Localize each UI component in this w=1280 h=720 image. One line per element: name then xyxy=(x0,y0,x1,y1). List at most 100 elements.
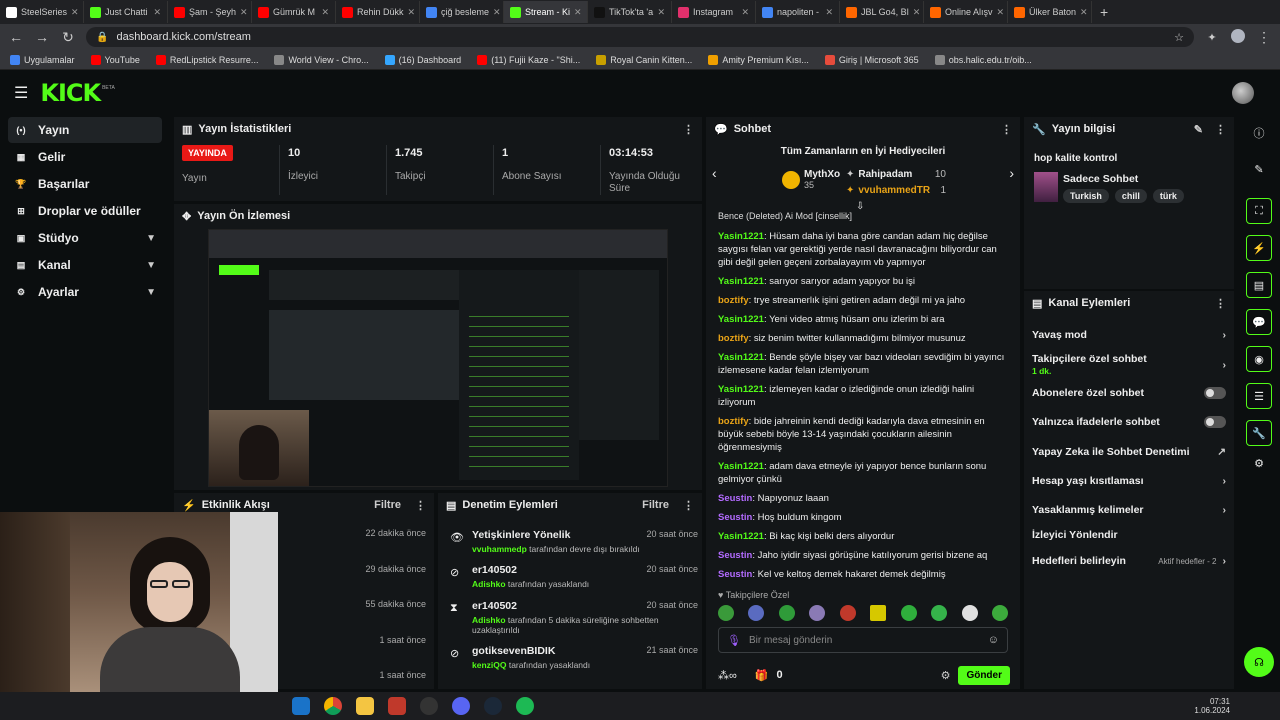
more-icon[interactable]: ⋮ xyxy=(415,499,426,512)
gift-box-icon[interactable]: 🎁 xyxy=(755,669,769,682)
chat-username[interactable]: Yasin1221 xyxy=(718,531,764,542)
emoji-icon[interactable]: ☺ xyxy=(988,634,999,646)
discord-icon[interactable] xyxy=(452,697,470,715)
emote-icon[interactable] xyxy=(778,605,795,621)
browser-tab[interactable]: napoliten - ✕ xyxy=(756,1,840,23)
chat-username[interactable]: Yasin1221 xyxy=(718,231,764,242)
browser-tab[interactable]: SteelSeries ✕ xyxy=(0,1,84,23)
browser-tab[interactable]: Online Alışv ✕ xyxy=(924,1,1008,23)
bookmark-item[interactable]: (11) Fujii Kaze - "Shi... xyxy=(477,54,580,65)
chevron-right-icon[interactable]: › xyxy=(1223,359,1227,371)
close-icon[interactable]: ✕ xyxy=(657,7,665,18)
sidebar-item-5[interactable]: ▤ Kanal ▼ xyxy=(8,252,162,278)
info-icon[interactable]: ⓘ xyxy=(1240,125,1278,141)
bookmark-item[interactable]: obs.halic.edu.tr/oib... xyxy=(934,54,1032,65)
fullscreen-icon[interactable]: ⛶ xyxy=(1246,198,1272,224)
toggle-switch[interactable] xyxy=(1204,387,1226,399)
chevron-right-icon[interactable]: › xyxy=(1223,475,1227,487)
chat-bubble-icon[interactable]: 💬 xyxy=(1246,309,1272,335)
chat-input[interactable]: 🎙 Bir mesaj gönderin ☺ xyxy=(718,627,1008,653)
chat-username[interactable]: Seustin xyxy=(718,493,752,504)
channel-action-row[interactable]: Hesap yaşı kısıtlaması › xyxy=(1032,475,1226,487)
chevron-down-icon[interactable]: ▼ xyxy=(146,260,156,271)
browser-tab[interactable]: Gümrük M ✕ xyxy=(252,1,336,23)
bookmark-item[interactable]: Giriş | Microsoft 365 xyxy=(824,54,919,65)
mic-icon[interactable]: 🎙 xyxy=(727,634,741,647)
close-icon[interactable]: ✕ xyxy=(913,7,921,18)
chevron-right-icon[interactable]: › xyxy=(1223,504,1227,516)
chat-username[interactable]: Yasin1221 xyxy=(718,276,764,287)
back-icon[interactable]: ← xyxy=(8,29,24,45)
chevron-right-icon[interactable]: ↗ xyxy=(1217,446,1226,458)
channel-action-row[interactable]: İzleyici Yönlendir xyxy=(1032,529,1226,541)
close-icon[interactable]: ✕ xyxy=(321,7,329,18)
chat-username[interactable]: boztify xyxy=(718,295,749,306)
activity-filter-button[interactable]: Filtre xyxy=(374,499,401,511)
emote-icon[interactable] xyxy=(961,605,978,621)
extensions-icon[interactable]: ✦ xyxy=(1204,31,1220,44)
emote-icon[interactable] xyxy=(839,605,856,621)
tag-pill[interactable]: türk xyxy=(1152,189,1184,203)
sidebar-item-2[interactable]: 🏆 Başarılar xyxy=(8,171,162,197)
app-icon[interactable] xyxy=(388,697,406,715)
channel-action-row[interactable]: Hedefleri belirleyin Aktif hedefler - 2 › xyxy=(1032,555,1226,567)
browser-tab[interactable]: Ülker Baton ✕ xyxy=(1008,1,1092,23)
emote-icon[interactable] xyxy=(991,605,1008,621)
obs-icon[interactable] xyxy=(420,697,438,715)
bookmark-item[interactable]: Royal Canin Kitten... xyxy=(596,54,692,65)
bookmark-item[interactable]: (16) Dashboard xyxy=(384,54,461,65)
browser-tab[interactable]: Şam - Şeyh ✕ xyxy=(168,1,252,23)
kick-logo[interactable]: KICK xyxy=(40,79,101,107)
document-icon[interactable]: ▤ xyxy=(1246,272,1272,298)
close-icon[interactable]: ✕ xyxy=(997,7,1005,18)
next-icon[interactable]: › xyxy=(1009,165,1014,181)
chat-username[interactable]: Seustin xyxy=(718,512,752,523)
more-icon[interactable]: ⋮ xyxy=(1001,123,1012,136)
chat-username[interactable]: Seustin xyxy=(718,550,752,561)
more-icon[interactable]: ⋮ xyxy=(1215,123,1226,136)
close-icon[interactable]: ✕ xyxy=(71,7,79,18)
sidebar-item-6[interactable]: ⚙ Ayarlar ▼ xyxy=(8,279,162,305)
chevron-down-icon[interactable]: ▼ xyxy=(146,287,156,298)
new-tab-icon[interactable]: + xyxy=(1100,4,1108,20)
emote-icon[interactable] xyxy=(870,605,887,621)
more-icon[interactable]: ⋮ xyxy=(683,123,694,136)
sidebar-item-3[interactable]: ⊞ Droplar ve ödüller xyxy=(8,198,162,224)
close-icon[interactable]: ✕ xyxy=(574,7,582,18)
more-icon[interactable]: ⋮ xyxy=(1215,297,1226,310)
close-icon[interactable]: ✕ xyxy=(240,7,248,18)
sidebar-item-0[interactable]: (•) Yayın xyxy=(8,117,162,143)
close-icon[interactable]: ✕ xyxy=(741,7,749,18)
tag-pill[interactable]: chill xyxy=(1114,189,1147,203)
lightning-icon[interactable]: ⚡ xyxy=(1246,235,1272,261)
browser-tab[interactable]: Stream - Ki ✕ xyxy=(504,1,588,23)
close-icon[interactable]: ✕ xyxy=(1080,7,1088,18)
edit-icon[interactable]: ✎ xyxy=(1194,123,1203,136)
mod-filter-button[interactable]: Filtre xyxy=(642,499,669,511)
community-icon[interactable]: ⁂∞ xyxy=(718,669,737,682)
chat-username[interactable]: Yasin1221 xyxy=(718,461,764,472)
emote-icon[interactable] xyxy=(748,605,765,621)
folder-icon[interactable] xyxy=(356,697,374,715)
emote-icon[interactable] xyxy=(718,605,734,621)
settings-icon[interactable]: ⚙ xyxy=(941,669,951,682)
close-icon[interactable]: ✕ xyxy=(153,7,161,18)
support-button[interactable]: ☊ xyxy=(1244,647,1274,677)
browser-tab[interactable]: çiğ besleme ✕ xyxy=(420,1,504,23)
send-button[interactable]: Gönder xyxy=(958,665,1010,685)
prev-icon[interactable]: ‹ xyxy=(712,165,717,181)
bookmark-item[interactable]: World View - Chro... xyxy=(274,54,369,65)
steam-icon[interactable] xyxy=(484,697,502,715)
channel-action-row[interactable]: Yavaş mod › xyxy=(1032,329,1226,341)
chat-username[interactable]: Seustin xyxy=(718,569,752,580)
channel-action-row[interactable]: Abonelere özel sohbet xyxy=(1032,387,1226,399)
url-field[interactable]: 🔒 dashboard.kick.com/stream ☆ xyxy=(86,27,1194,47)
more-icon[interactable]: ⋮ xyxy=(683,499,694,512)
close-icon[interactable]: ✕ xyxy=(408,7,416,18)
list-icon[interactable]: ☰ xyxy=(1246,383,1272,409)
emote-icon[interactable] xyxy=(931,605,948,621)
sidebar-item-4[interactable]: ▣ Stüdyo ▼ xyxy=(8,225,162,251)
chat-username[interactable]: Yasin1221 xyxy=(718,314,764,325)
close-icon[interactable]: ✕ xyxy=(825,7,833,18)
chevron-down-icon[interactable]: ▼ xyxy=(146,233,156,244)
